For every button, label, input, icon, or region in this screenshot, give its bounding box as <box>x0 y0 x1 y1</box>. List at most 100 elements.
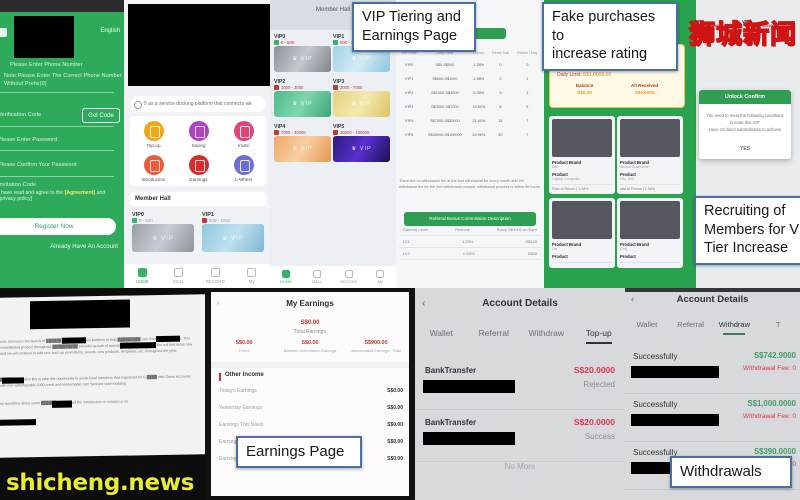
vip-tier-card[interactable]: VIP0 0 - 500 ♛ VIP <box>274 34 331 72</box>
vip-tier-card[interactable]: VIP3 3000 - 7000 ♛ VIP <box>333 79 390 117</box>
home-icon <box>137 268 147 277</box>
table-row: VIP3 S$3000-S$7000 15.50% 8 5 <box>398 100 542 114</box>
quick-action-l-wheel[interactable]: L-Wheel <box>221 155 266 182</box>
earnings-stat-amount: S$0.00 <box>235 340 253 346</box>
transaction-row: BankTransfer S$20.0000 Rejected <box>415 358 625 410</box>
referral-level-row: LV1 1.28% S$128 <box>399 236 541 248</box>
quick-action-invite[interactable]: Invite <box>221 121 266 148</box>
get-code-button[interactable]: Get Code <box>82 108 120 123</box>
register-now-button[interactable]: Register Now <box>0 218 116 235</box>
tab-my[interactable]: My <box>365 266 397 288</box>
stat-value: S$1,0000.00 <box>582 72 612 78</box>
table-row: VIP2 S$1000-S$3000 8.48% 5 3 <box>398 86 542 100</box>
home-icon <box>281 270 290 278</box>
account-tab-withdraw[interactable]: Withdraw <box>713 320 757 335</box>
quick-action-earnings[interactable]: Earnings <box>176 155 221 182</box>
language-selector[interactable]: English <box>100 28 120 34</box>
bottom-tab-bar: HOME MALL RECORD My <box>124 264 270 288</box>
income-row: Yesterday Earnings S$0.00 <box>219 405 403 411</box>
vip-card-art: ♛ VIP <box>132 224 194 252</box>
quick-action-saving[interactable]: Saving <box>176 121 221 148</box>
agreement-link[interactable]: [Agreement] <box>65 190 96 196</box>
withdrawal-amount: S$390.0000 <box>753 447 796 456</box>
quick-action-grid: Top-up Saving Invite Introduction Earnings L-… <box>130 116 266 186</box>
withdrawal-amount: S$742.9000 <box>753 351 796 360</box>
password-input[interactable]: Please Enter Password <box>0 137 57 143</box>
vip-tier-card[interactable]: VIP2 1000 - 3000 ♛ VIP <box>274 79 331 117</box>
table-cell: 15 <box>498 119 503 123</box>
stats-footer: Balance S$0.00 All Received S$0.0000 <box>557 83 677 95</box>
promo-banner-redacted <box>128 4 270 86</box>
phone-input[interactable]: Please Enter Phone Number <box>10 62 120 68</box>
redaction-block <box>120 342 156 349</box>
table-row: VIP4 S$7000-S$30000 21.60% 15 7 <box>398 114 542 128</box>
table-cell: 2.88% <box>473 77 485 81</box>
earnings-stat-amount: S$900.00 <box>364 340 388 346</box>
income-value: S$0.00 <box>387 405 403 411</box>
divider <box>0 176 114 177</box>
letter-paragraph-3: ny questions about users ██████ please r… <box>0 399 129 406</box>
table-cell: 0 <box>526 63 529 67</box>
referral-level-cell: S$58 <box>527 251 537 256</box>
income-row: Today's Earnings S$0.00 <box>219 388 403 394</box>
product-brand-sub: Barlow Dual Drive <box>620 165 649 169</box>
confirm-password-input[interactable]: Please Confirm Your Password <box>0 162 77 168</box>
account-tab-top-up[interactable]: Top-up <box>573 328 626 344</box>
income-row: Earnings This Week S$0.00 <box>219 422 403 428</box>
member-hall-heading: Member Hall <box>130 192 266 206</box>
invite-icon <box>233 121 254 141</box>
product-desc: Obj. Drill <box>620 177 634 181</box>
table-cell: 2 <box>499 77 502 81</box>
dialog-body: You need to meet the following condition… <box>706 113 784 133</box>
product-image <box>552 119 612 157</box>
callout-withdrawals: Withdrawals <box>670 456 792 489</box>
vip-tier-card[interactable]: VIP4 7000 - 30000 ♛ VIP <box>274 124 331 162</box>
already-have-account-link[interactable]: Already Have An Account <box>50 244 118 250</box>
referral-level-cell: LV2 <box>403 251 410 256</box>
withdrawal-note: There are no withdrawal fee at the first… <box>399 179 541 190</box>
column-header: Direct Sub <box>492 51 509 55</box>
account-tab-bar: Wallet Referral Withdraw Top-up <box>415 328 625 344</box>
vip-tier-card[interactable]: VIP1 500 - 1000 ♛ VIP <box>202 212 264 252</box>
redaction-block <box>0 419 36 426</box>
table-cell: S$1000-S$3000 <box>431 91 459 95</box>
chinese-watermark: 狮城新闻 <box>688 19 797 50</box>
tab-record[interactable]: RECORD <box>197 264 234 288</box>
dialog-title: Unlock Confirm <box>699 90 791 104</box>
tab-mall[interactable]: MALL <box>161 264 198 288</box>
account-tab-wallet[interactable]: Wallet <box>625 320 669 335</box>
quick-action-label: L-Wheel <box>234 177 253 182</box>
product-card[interactable]: Product Brand Only Product <box>617 198 683 268</box>
tab-my[interactable]: My <box>234 264 271 288</box>
tab-label: HOME <box>279 279 292 284</box>
dialog-yes-button[interactable]: YES <box>699 141 791 159</box>
account-tab-referral[interactable]: Referral <box>468 328 521 344</box>
redaction-block <box>631 366 719 378</box>
product-card[interactable]: Product Brand Barlow Dual Drive Product Obj… <box>617 116 683 194</box>
withdrawal-status: Successfully <box>633 352 678 361</box>
account-tab-withdraw[interactable]: Withdraw <box>520 328 573 344</box>
referral-level-cell: 1.28% <box>461 239 474 244</box>
invitation-code-input[interactable]: Invitation Code <box>0 182 36 188</box>
quick-action-top-up[interactable]: Top-up <box>131 121 176 148</box>
tab-mall[interactable]: MALL <box>302 266 334 288</box>
divider <box>0 92 114 93</box>
account-tab-t[interactable]: T <box>756 320 800 335</box>
member-hall-title: Member Hall <box>315 7 351 13</box>
table-cell: 24.96% <box>472 133 486 137</box>
quick-action-introduction[interactable]: Introduction <box>131 155 176 182</box>
tab-record[interactable]: RECORD <box>333 266 365 288</box>
tab-home[interactable]: HOME <box>124 264 161 288</box>
account-tab-wallet[interactable]: Wallet <box>415 328 468 344</box>
withdrawal-row: Successfully S$1,000.0000 Withdrawal Fee: … <box>625 394 800 442</box>
vip-tier-card[interactable]: VIP0 0 - 500 ♛ VIP <box>132 212 194 252</box>
vip-tier-card[interactable]: VIP5 30000 - 100000 ♛ VIP <box>333 124 390 162</box>
income-label: Yesterday Earnings <box>219 405 263 411</box>
product-card[interactable]: Product Brand Dis Product <box>549 198 615 268</box>
back-button[interactable] <box>0 28 7 37</box>
account-tab-referral[interactable]: Referral <box>669 320 713 335</box>
product-card[interactable]: Product Brand Dis Product Laptop Computer Ra… <box>549 116 615 194</box>
all-received-label: All Received <box>630 83 659 88</box>
tab-home[interactable]: HOME <box>270 266 302 288</box>
verification-code-input[interactable]: Verification Code <box>0 112 41 118</box>
